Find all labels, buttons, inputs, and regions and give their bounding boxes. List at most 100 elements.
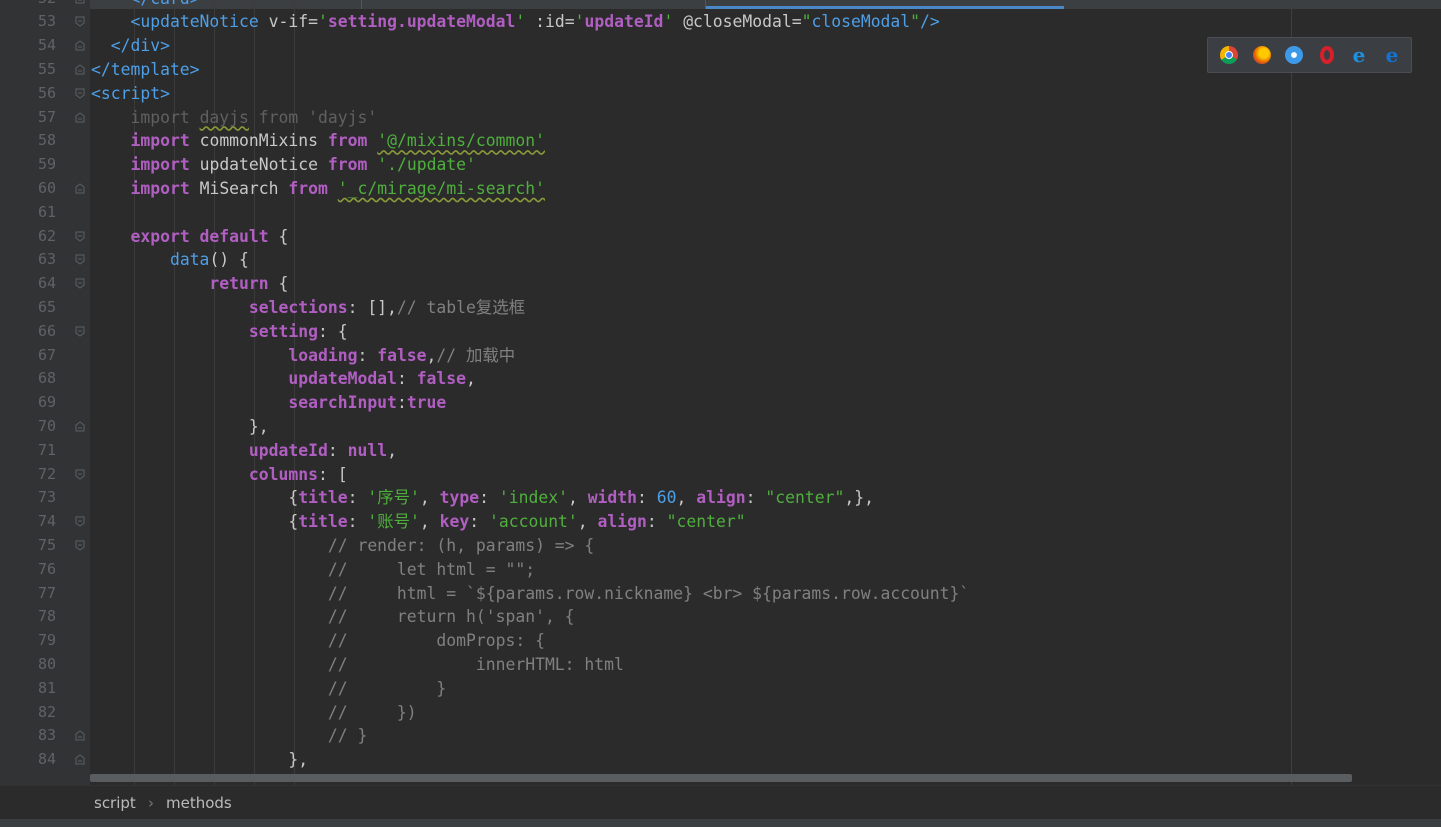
code-text[interactable]: updateModal: false,	[91, 367, 476, 391]
code-line[interactable]: 71 updateId: null,	[0, 439, 1441, 463]
code-text[interactable]: </template>	[91, 58, 200, 82]
code-text[interactable]: return {	[91, 272, 288, 296]
fold-start-icon[interactable]	[75, 231, 85, 242]
breadcrumb-separator-icon: ›	[148, 794, 154, 812]
fold-end-icon[interactable]	[75, 754, 85, 765]
code-text[interactable]: },	[91, 415, 269, 439]
code-text[interactable]: data() {	[91, 248, 249, 272]
code-line[interactable]: 68 updateModal: false,	[0, 367, 1441, 391]
code-text[interactable]: import MiSearch from '_c/mirage/mi-searc…	[91, 177, 545, 201]
line-number: 70	[37, 416, 56, 435]
code-line[interactable]: 75 // render: (h, params) => {	[0, 534, 1441, 558]
code-line[interactable]: 64 return {	[0, 272, 1441, 296]
code-line[interactable]: 56 <script>	[0, 82, 1441, 106]
chrome-icon[interactable]	[1220, 46, 1238, 64]
code-line[interactable]: 69 searchInput:true	[0, 391, 1441, 415]
line-number: 54	[37, 36, 56, 55]
fold-end-icon[interactable]	[75, 64, 85, 75]
fold-end-icon[interactable]	[75, 111, 85, 123]
code-text[interactable]: import updateNotice from './update'	[91, 153, 475, 177]
code-line[interactable]: 77 // html = `${params.row.nickname} <br…	[0, 582, 1441, 606]
code-line[interactable]: 57 import dayjs from 'dayjs'	[0, 106, 1441, 130]
code-line[interactable]: 82 // })	[0, 701, 1441, 725]
ie-icon[interactable]: e	[1350, 45, 1368, 65]
code-line[interactable]: 72 columns: [	[0, 463, 1441, 487]
firefox-icon[interactable]	[1253, 46, 1271, 64]
code-text[interactable]: },	[91, 748, 308, 772]
code-line[interactable]: 67 loading: false,// 加载中	[0, 344, 1441, 368]
code-line[interactable]: 61	[0, 201, 1441, 225]
code-line[interactable]: 65 selections: [],// table复选框	[0, 296, 1441, 320]
horizontal-scrollbar[interactable]	[90, 772, 1352, 784]
code-line[interactable]: 83 // }	[0, 724, 1441, 748]
code-line[interactable]: 59 import updateNotice from './update'	[0, 153, 1441, 177]
line-number: 60	[37, 178, 56, 197]
code-line[interactable]: 66 setting: {	[0, 320, 1441, 344]
code-line[interactable]: 80 // innerHTML: html	[0, 653, 1441, 677]
breadcrumb-item-script[interactable]: script	[94, 794, 136, 812]
code-text[interactable]: </div>	[91, 34, 170, 58]
line-number: 67	[37, 345, 56, 364]
code-text[interactable]: <script>	[91, 82, 170, 106]
code-text[interactable]: // }	[91, 724, 367, 748]
code-text[interactable]: </card>	[91, 0, 199, 10]
code-text[interactable]: export default {	[91, 225, 288, 249]
code-text[interactable]: columns: [	[91, 463, 348, 487]
code-text[interactable]: import commonMixins from '@/mixins/commo…	[91, 129, 545, 153]
code-line[interactable]: 76 // let html = "";	[0, 558, 1441, 582]
fold-start-icon[interactable]	[75, 540, 85, 551]
fold-end-icon[interactable]	[75, 40, 85, 51]
code-line[interactable]: 58 import commonMixins from '@/mixins/co…	[0, 129, 1441, 153]
code-text[interactable]: loading: false,// 加载中	[91, 344, 515, 368]
code-line[interactable]: 78 // return h('span', {	[0, 605, 1441, 629]
code-text[interactable]: {title: '账号', key: 'account', align: "ce…	[91, 510, 745, 534]
horizontal-scrollbar-thumb[interactable]	[90, 774, 1352, 782]
edge-icon[interactable]: e	[1383, 45, 1401, 65]
line-number: 53	[37, 12, 56, 31]
safari-icon[interactable]	[1285, 46, 1303, 64]
code-line[interactable]: 73 {title: '序号', type: 'index', width: 6…	[0, 486, 1441, 510]
code-line[interactable]: 74 {title: '账号', key: 'account', align: …	[0, 510, 1441, 534]
code-line[interactable]: 60 import MiSearch from '_c/mirage/mi-se…	[0, 177, 1441, 201]
code-text[interactable]: // return h('span', {	[91, 605, 575, 629]
code-text[interactable]: <updateNotice v-if='setting.updateModal'…	[91, 10, 939, 34]
fold-start-icon[interactable]	[75, 326, 85, 337]
code-line[interactable]: 62 export default {	[0, 225, 1441, 249]
line-number: 71	[37, 440, 56, 459]
code-text[interactable]: // }	[91, 677, 446, 701]
code-line[interactable]: 53 <updateNotice v-if='setting.updateMod…	[0, 10, 1441, 34]
code-text[interactable]: // render: (h, params) => {	[91, 534, 594, 558]
line-number: 81	[37, 678, 56, 697]
fold-end-icon[interactable]	[75, 421, 85, 432]
fold-start-icon[interactable]	[75, 469, 85, 480]
code-text[interactable]: updateId: null,	[91, 439, 397, 463]
fold-start-icon[interactable]	[75, 278, 85, 289]
fold-start-icon[interactable]	[75, 254, 85, 265]
code-text[interactable]: searchInput:true	[91, 391, 446, 415]
line-number: 58	[37, 131, 56, 150]
fold-start-icon[interactable]	[75, 516, 85, 527]
code-text[interactable]: {title: '序号', type: 'index', width: 60, …	[91, 486, 874, 510]
code-line[interactable]: 84 },	[0, 748, 1441, 772]
code-text[interactable]: import dayjs from 'dayjs'	[91, 106, 377, 130]
code-text[interactable]: // let html = "";	[91, 558, 535, 582]
code-text[interactable]: // })	[91, 701, 417, 725]
fold-start-icon[interactable]	[75, 88, 85, 99]
code-editor[interactable]: 52 </card>53 <updateNotice v-if='setting…	[0, 0, 1441, 785]
opera-icon[interactable]	[1320, 46, 1334, 64]
code-text[interactable]: // innerHTML: html	[91, 653, 624, 677]
code-line[interactable]: 52 </card>	[0, 0, 1441, 10]
code-line[interactable]: 79 // domProps: {	[0, 629, 1441, 653]
fold-start-icon[interactable]	[75, 16, 85, 27]
code-text[interactable]: setting: {	[91, 320, 348, 344]
code-text[interactable]: // html = `${params.row.nickname} <br> $…	[91, 582, 969, 606]
code-text[interactable]: selections: [],// table复选框	[91, 296, 525, 320]
code-line[interactable]: 70 },	[0, 415, 1441, 439]
fold-end-icon[interactable]	[75, 0, 85, 4]
fold-end-icon[interactable]	[75, 183, 85, 194]
code-text[interactable]: // domProps: {	[91, 629, 545, 653]
code-line[interactable]: 81 // }	[0, 677, 1441, 701]
code-line[interactable]: 63 data() {	[0, 248, 1441, 272]
fold-end-icon[interactable]	[75, 730, 85, 741]
breadcrumb-item-methods[interactable]: methods	[166, 794, 232, 812]
